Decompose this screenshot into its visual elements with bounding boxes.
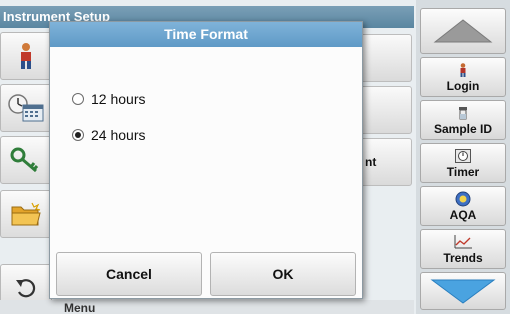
option-24-hours-label: 24 hours	[91, 127, 146, 143]
security-button[interactable]	[0, 136, 52, 184]
option-12-hours[interactable]: 12 hours	[72, 91, 145, 107]
folder-icon	[11, 202, 41, 226]
aqa-button[interactable]: AQA	[420, 186, 506, 226]
background-option-label: nt	[365, 155, 377, 169]
sample-vial-icon	[459, 106, 467, 119]
bottom-strip: Menu	[0, 300, 414, 314]
radio-12-hours[interactable]	[72, 93, 84, 105]
clock-calendar-icon	[8, 94, 44, 122]
radio-24-hours[interactable]	[72, 129, 84, 141]
date-time-button[interactable]	[0, 84, 52, 132]
trends-button[interactable]: Trends	[420, 229, 506, 269]
time-format-dialog: Time Format 12 hours 24 hours Cancel OK	[49, 21, 363, 299]
sample-id-button[interactable]: Sample ID	[420, 100, 506, 140]
back-arrow-icon	[16, 279, 36, 298]
operator-icon	[21, 43, 31, 69]
timer-label: Timer	[446, 164, 480, 179]
ok-button[interactable]: OK	[210, 252, 356, 296]
aqa-label: AQA	[449, 207, 477, 222]
option-12-hours-label: 12 hours	[91, 91, 146, 107]
person-icon	[460, 62, 466, 77]
sample-id-label: Sample ID	[433, 121, 493, 136]
dialog-title: Time Format	[50, 22, 362, 47]
trends-label: Trends	[443, 250, 483, 265]
instrument-screen: Instrument Setup nt Menu Login Sample ID…	[0, 0, 510, 314]
bottom-strip-label: Menu	[64, 301, 96, 314]
cancel-button[interactable]: Cancel	[56, 252, 202, 296]
login-button[interactable]: Login	[420, 57, 506, 97]
scroll-down-arrow-icon	[430, 279, 496, 304]
key-icon	[10, 147, 39, 173]
login-label: Login	[446, 78, 480, 93]
trends-chart-icon	[454, 234, 472, 248]
scroll-up-button[interactable]	[420, 8, 506, 54]
option-24-hours[interactable]: 24 hours	[72, 127, 145, 143]
scroll-down-button[interactable]	[420, 272, 506, 310]
timer-button[interactable]: Timer	[420, 143, 506, 183]
scroll-up-arrow-icon	[433, 19, 493, 43]
file-manager-button[interactable]	[0, 190, 52, 238]
operator-button[interactable]	[0, 32, 52, 80]
aqa-icon	[455, 191, 471, 206]
timer-icon	[455, 148, 471, 163]
